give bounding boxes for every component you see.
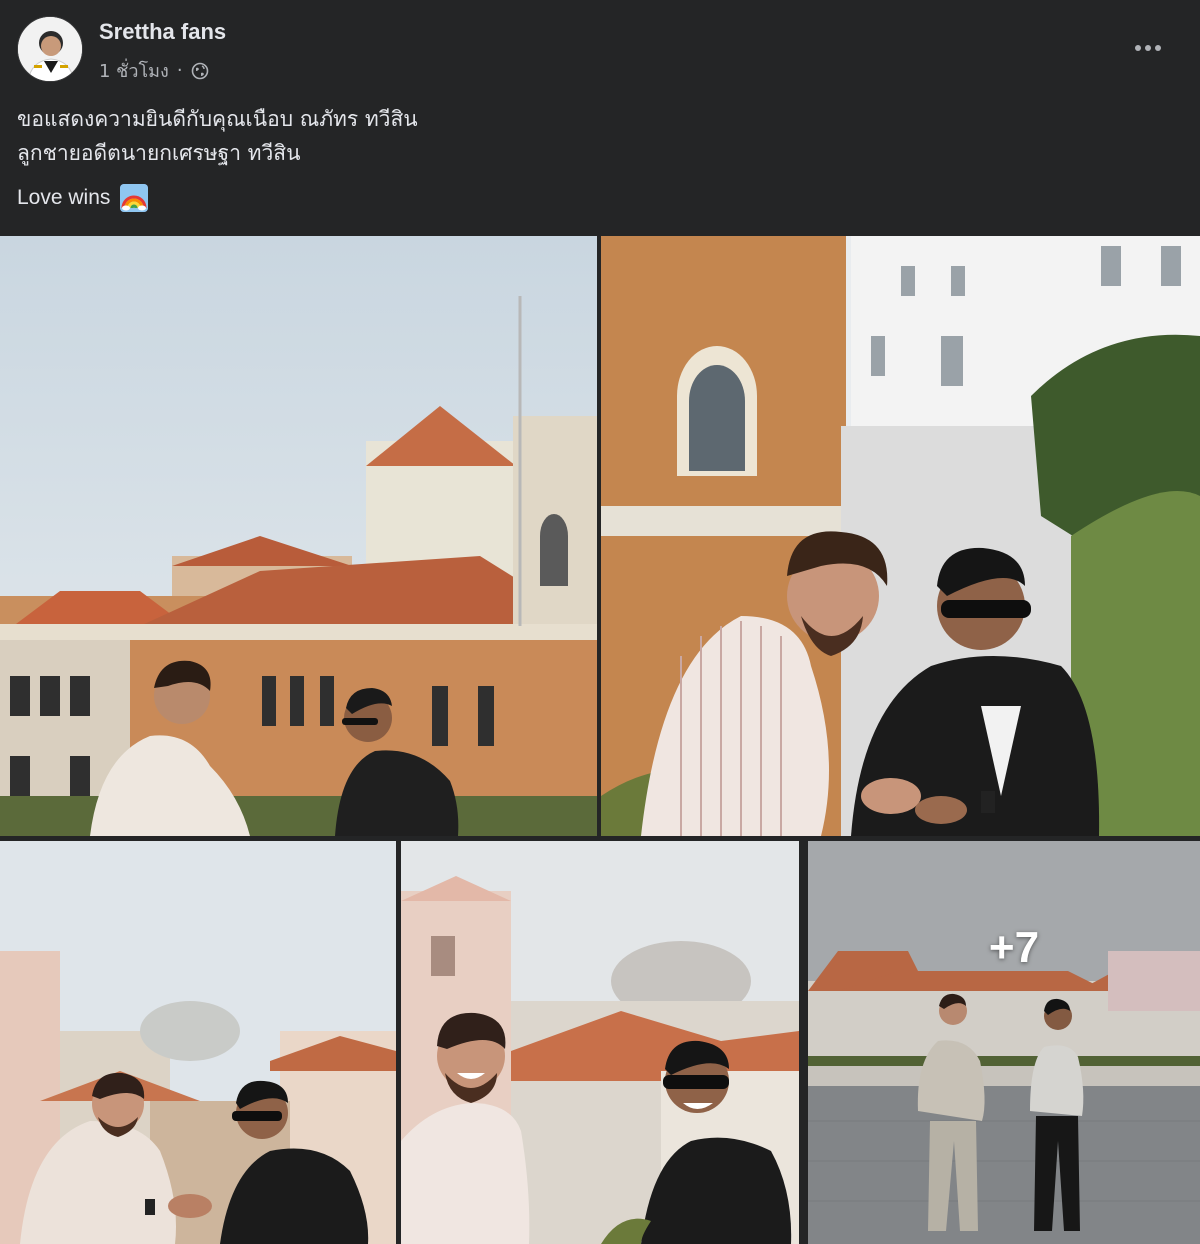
photo-couple-smiling [0, 841, 396, 1244]
meta-separator: · [176, 60, 183, 81]
globe-icon[interactable] [191, 62, 209, 80]
post-photo-4[interactable] [401, 841, 799, 1244]
post-time[interactable]: 1 ชั่วโมง [99, 56, 169, 85]
rainbow-emoji-icon [120, 184, 149, 212]
photo-couple-walking [808, 841, 1200, 1244]
post-photo-1[interactable] [0, 236, 597, 836]
facebook-post: Srettha fans 1 ชั่วโมง · ขอแสดงความยินดี… [0, 0, 1200, 1244]
love-text: Love wins [17, 186, 111, 209]
more-options-button[interactable] [1126, 36, 1170, 60]
photo-couple-portrait [401, 841, 799, 1244]
photo-ring-exchange [601, 236, 1200, 836]
post-tagline: Love wins [17, 184, 149, 212]
post-photo-3[interactable] [0, 841, 396, 1244]
photo-rooftop-couple [0, 236, 597, 836]
post-header: Srettha fans 1 ชั่วโมง · [0, 0, 1200, 92]
post-photo-2[interactable] [601, 236, 1200, 836]
avatar[interactable] [17, 16, 83, 82]
more-horizontal-icon [1135, 45, 1161, 51]
author-name[interactable]: Srettha fans [99, 19, 226, 45]
post-text: ขอแสดงความยินดีกับคุณเนือบ ณภัทร ทวีสิน … [17, 107, 418, 165]
post-photo-5[interactable]: +7 [808, 841, 1200, 1244]
post-meta: 1 ชั่วโมง · [99, 56, 209, 85]
